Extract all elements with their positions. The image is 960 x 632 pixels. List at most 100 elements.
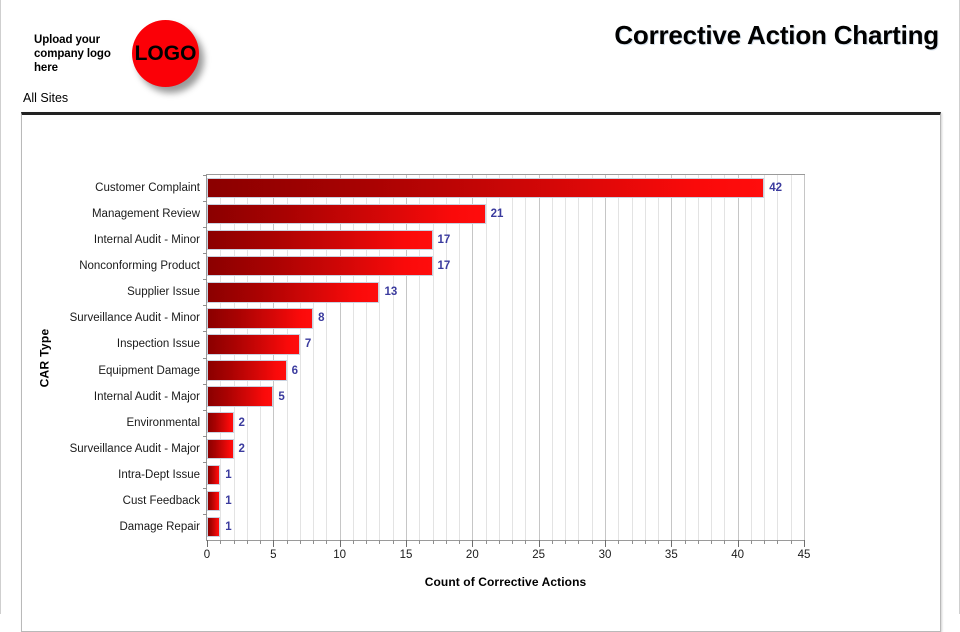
x-axis-tick (498, 540, 500, 544)
x-axis-tick (339, 540, 341, 547)
x-axis-tick (246, 540, 248, 544)
bar-value-label: 2 (238, 442, 245, 455)
bar[interactable] (207, 360, 287, 381)
bar-row[interactable]: Environmental 2 (126, 409, 804, 436)
bar[interactable] (207, 203, 486, 225)
bar-value-label: 13 (384, 286, 398, 299)
y-axis-tick (203, 227, 207, 229)
x-axis-tick (220, 540, 222, 544)
bar-row[interactable]: Cust Feedback 1 (123, 487, 804, 514)
y-axis-tick (203, 331, 207, 333)
x-axis-tick-label: 20 (465, 549, 479, 561)
y-axis-category-label: Surveillance Audit - Major (69, 442, 200, 455)
x-axis-tick (299, 540, 301, 544)
bar[interactable] (207, 308, 314, 329)
logo-upload-block[interactable]: Upload your company logo here LOGO (34, 20, 199, 87)
site-filter-label[interactable]: All Sites (23, 91, 68, 105)
bar-row[interactable]: Management Review 21 (92, 201, 804, 227)
x-axis-tick (432, 540, 434, 544)
bar[interactable] (207, 334, 300, 355)
x-axis-tick-label: 40 (731, 549, 745, 561)
bar-row[interactable]: Intra-Dept Issue 1 (118, 461, 804, 488)
bar-value-label: 1 (225, 468, 232, 481)
x-axis-tick (366, 540, 368, 544)
y-axis-category-label: Equipment Damage (98, 364, 200, 377)
bar-row[interactable]: Nonconforming Product 17 (79, 253, 804, 279)
bar-row[interactable]: Surveillance Audit - Minor 8 (70, 305, 804, 331)
bar-row[interactable]: Surveillance Audit - Major 2 (70, 435, 804, 462)
y-axis-tick (203, 409, 207, 411)
x-axis-tick (750, 540, 752, 544)
bar-row[interactable]: Inspection Issue 7 (117, 331, 804, 357)
x-axis-tick (286, 540, 288, 544)
x-axis-tick (697, 540, 699, 544)
x-axis-tick (658, 540, 660, 544)
bar[interactable] (207, 516, 221, 538)
bar[interactable] (207, 282, 380, 303)
x-axis-tick (737, 540, 739, 547)
page-frame: Upload your company logo here LOGO Corre… (0, 0, 960, 632)
x-axis-tick (804, 540, 805, 547)
x-axis-tick (445, 540, 447, 544)
x-axis-tick (472, 540, 474, 547)
y-axis-category-label: Supplier Issue (127, 286, 200, 299)
bar-row[interactable]: Equipment Damage 6 (98, 357, 804, 384)
bar-row[interactable]: Internal Audit - Major 5 (94, 383, 804, 410)
report-panel: CAR Type 0 5 10 15 20 25 30 35 40 45 Customer Comp… (21, 112, 941, 632)
y-axis-category-label: Intra-Dept Issue (118, 468, 200, 481)
logo-upload-caption: Upload your company logo here (34, 33, 111, 74)
bar-row[interactable]: Damage Repair 1 (119, 513, 804, 540)
x-axis-tick (273, 540, 275, 547)
x-axis-tick-label: 15 (399, 549, 413, 561)
bar[interactable] (207, 438, 234, 459)
x-axis-tick (326, 540, 328, 544)
bar[interactable] (207, 464, 221, 486)
y-axis-tick (203, 279, 207, 281)
bar[interactable] (207, 386, 274, 407)
bar-value-label: 7 (304, 338, 312, 351)
bar[interactable] (207, 256, 433, 277)
y-axis-tick (203, 487, 207, 489)
bar-value-label: 1 (225, 494, 232, 507)
bar-value-label: 2 (238, 416, 245, 429)
page-header: Upload your company logo here LOGO Corre… (1, 0, 960, 90)
bar-value-label: 6 (291, 364, 298, 377)
x-axis-tick (790, 540, 792, 544)
gridline (804, 175, 805, 540)
bar-value-label: 1 (225, 520, 232, 533)
x-axis-tick (419, 540, 421, 544)
bar-value-label: 5 (278, 390, 285, 403)
y-axis-title: CAR Type (35, 174, 53, 541)
y-axis-category-label: Environmental (126, 416, 200, 429)
y-axis-category-label: Damage Repair (119, 520, 200, 533)
y-axis-tick (203, 383, 207, 385)
x-axis-tick (618, 540, 620, 544)
bar-row[interactable]: Customer Complaint 42 (95, 175, 804, 201)
bar-row[interactable]: Supplier Issue 13 (127, 279, 804, 305)
plot-area: 0 5 10 15 20 25 30 35 40 45 Customer Complaint 42 Ma… (70, 174, 810, 561)
x-axis-tick (711, 540, 713, 544)
company-logo-placeholder[interactable]: LOGO (132, 20, 199, 87)
y-axis-tick (203, 513, 207, 515)
x-axis-tick-label: 30 (598, 549, 612, 561)
y-axis-tick (203, 253, 207, 255)
bar[interactable] (207, 412, 234, 433)
x-axis-tick (392, 540, 394, 544)
bar[interactable] (207, 229, 433, 251)
bar-row[interactable]: Internal Audit - Minor 17 (94, 227, 804, 253)
x-axis-tick (207, 540, 208, 547)
corrective-action-bar-chart: CAR Type 0 5 10 15 20 25 30 35 40 45 Customer Comp… (22, 115, 940, 615)
y-axis-tick (203, 305, 207, 307)
bar[interactable] (207, 490, 221, 512)
y-axis-category-label: Internal Audit - Minor (93, 234, 200, 247)
x-axis-tick (777, 540, 779, 544)
x-axis-tick (260, 540, 262, 544)
bar[interactable] (207, 177, 765, 199)
x-axis-tick (684, 540, 686, 544)
bar-value-label: 42 (769, 182, 782, 195)
y-axis-category-label: Customer Complaint (95, 182, 200, 195)
x-axis-title: Count of Corrective Actions (424, 575, 587, 589)
x-axis-tick (644, 540, 646, 544)
bar-value-label: 8 (318, 312, 325, 325)
y-axis-title-text: CAR Type (37, 328, 52, 387)
